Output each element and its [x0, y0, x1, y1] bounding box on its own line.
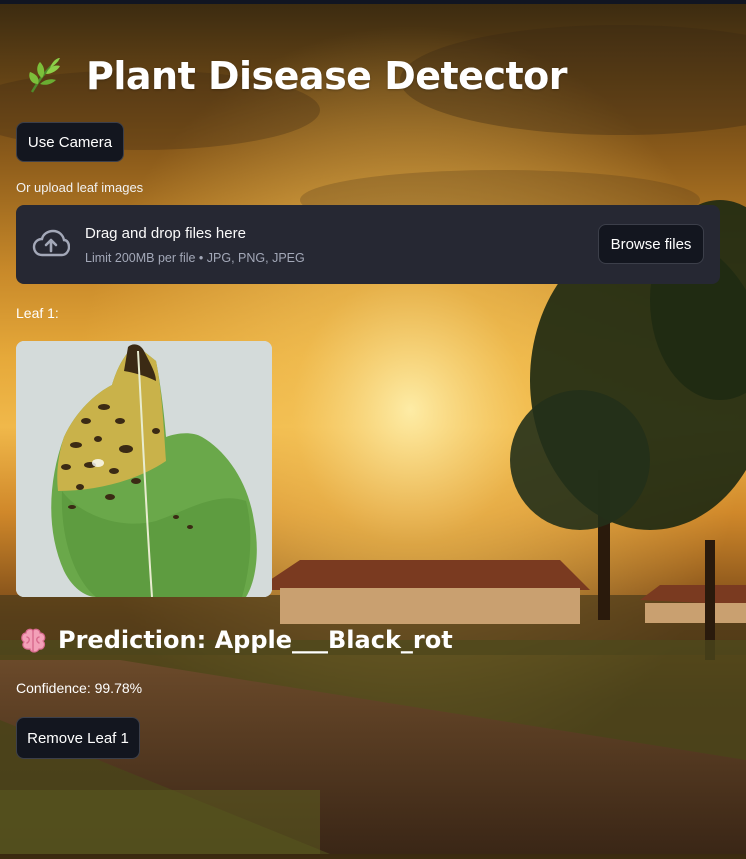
leaf-label: Leaf 1: [16, 305, 59, 321]
remove-leaf-button[interactable]: Remove Leaf 1 [16, 717, 140, 759]
herb-leaf-icon [24, 54, 68, 98]
cloud-upload-icon [32, 229, 71, 264]
leaf-image [16, 341, 272, 597]
header: Plant Disease Detector [24, 54, 567, 98]
use-camera-button[interactable]: Use Camera [16, 122, 124, 162]
prediction-text: Prediction: Apple___Black_rot [58, 626, 453, 654]
page-title: Plant Disease Detector [86, 54, 567, 98]
confidence-text: Confidence: 99.78% [16, 680, 143, 696]
prediction-heading: Prediction: Apple___Black_rot [18, 625, 453, 655]
dropzone-limit: Limit 200MB per file • JPG, PNG, JPEG [85, 251, 305, 265]
brain-icon [18, 625, 48, 655]
file-dropzone[interactable]: Drag and drop files here Limit 200MB per… [16, 205, 720, 284]
browse-files-button[interactable]: Browse files [598, 224, 704, 264]
dropzone-title: Drag and drop files here [85, 225, 246, 242]
upload-label: Or upload leaf images [16, 180, 144, 195]
